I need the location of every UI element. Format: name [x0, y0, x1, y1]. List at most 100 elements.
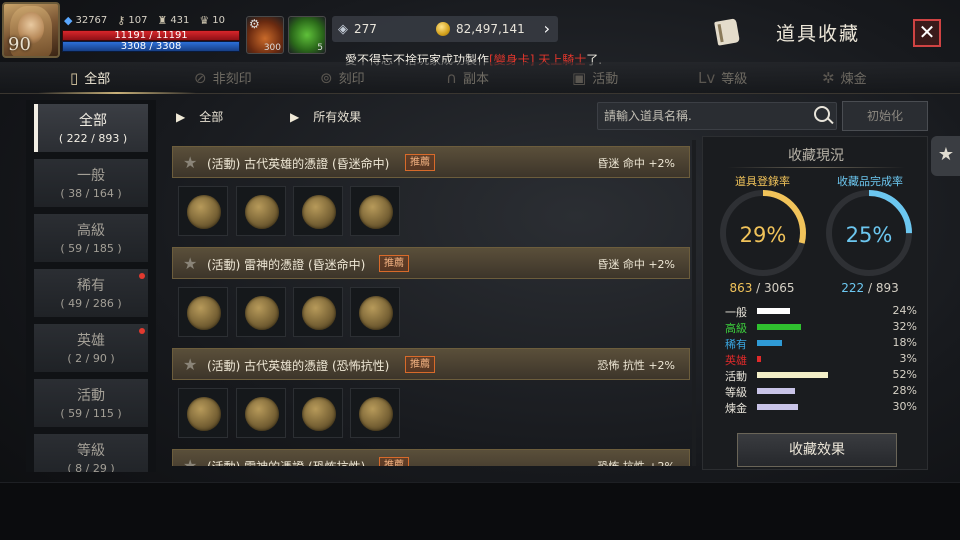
power-value: 32767	[75, 15, 108, 26]
grade-percent: 3%	[899, 352, 917, 365]
item-list-scrollbar[interactable]	[692, 140, 696, 466]
medal-slot[interactable]	[178, 388, 228, 438]
medal-slot[interactable]	[178, 287, 228, 337]
grade-name: 英雄	[725, 354, 747, 367]
grade-name: 稀有	[725, 338, 747, 351]
potion-count: 300	[263, 43, 281, 53]
collection-effect-button[interactable]: 收藏效果	[737, 433, 897, 467]
medal-slot[interactable]	[178, 186, 228, 236]
medal-slot[interactable]	[236, 186, 286, 236]
book-icon: ▯	[70, 68, 79, 87]
close-icon: ✕	[918, 20, 936, 44]
collection-tabs: ▯ 全部 ⊘ 非刻印 ⊚ 刻印 ∩ 副本 ▣ 活動 Lv 等級 ✲ 煉金	[0, 62, 960, 94]
completion-rate-value: 25%	[845, 223, 893, 247]
side-tab[interactable]: ★	[931, 136, 960, 176]
item-row-header[interactable]: ★ (活動) 古代英雄的憑證 (恐怖抗性) 推薦 恐怖 抗性 +2%	[172, 348, 690, 380]
alchemy-icon: ✲	[822, 68, 835, 87]
gem-value: 277	[354, 22, 377, 36]
category-hero[interactable]: 英雄 ( 2 / 90 )	[34, 324, 148, 372]
category-name: 稀有	[77, 278, 105, 294]
tab-alchemy[interactable]: ✲ 煉金	[822, 68, 867, 88]
reset-button[interactable]: 初始化	[842, 101, 928, 131]
category-count: ( 59 / 185 )	[60, 242, 122, 255]
tower-stat: ♜ 431	[157, 14, 189, 27]
star-icon[interactable]: ★	[183, 456, 197, 466]
grade-bar	[757, 340, 782, 346]
medal-slot[interactable]	[350, 388, 400, 438]
key-value: 107	[128, 15, 148, 26]
tab-seal[interactable]: ⊚ 刻印	[320, 68, 365, 88]
close-button[interactable]: ✕	[913, 19, 941, 47]
tab-label: 刻印	[338, 72, 365, 87]
effect-filter[interactable]: ▶ 所有效果	[290, 108, 361, 125]
tab-non-seal[interactable]: ⊘ 非刻印	[194, 68, 252, 88]
dungeon-icon: ∩	[446, 68, 457, 87]
mp-bar: 3308 / 3308	[62, 41, 240, 52]
grade-percent: 28%	[892, 384, 917, 397]
grade-bar	[757, 372, 828, 378]
item-row-header[interactable]: ★ (活動) 雷神的憑證 (恐怖抗性) 推薦 恐怖 抗性 +2%	[172, 449, 690, 466]
potion-slot[interactable]: ⚙ 300	[246, 16, 284, 54]
category-count: ( 49 / 286 )	[60, 297, 122, 310]
category-all[interactable]: 全部 ( 222 / 893 )	[34, 104, 148, 152]
grade-name: 等級	[725, 386, 747, 399]
effect-filter-label: 所有效果	[313, 110, 362, 124]
tab-event[interactable]: ▣ 活動	[572, 68, 618, 88]
chevron-right-icon[interactable]: ›	[544, 19, 550, 38]
category-name: 活動	[77, 388, 105, 404]
category-filter[interactable]: ▶ 全部	[176, 108, 223, 125]
gold-value: 82,497,141	[456, 22, 525, 36]
tower-icon: ♜	[157, 14, 168, 27]
search-icon[interactable]	[814, 106, 830, 122]
grade-row: 英雄 3%	[725, 351, 921, 367]
new-indicator-dot	[139, 328, 145, 334]
medal-slot[interactable]	[293, 186, 343, 236]
grade-name: 一般	[725, 306, 747, 319]
key-icon: ⚷	[117, 14, 126, 27]
recommend-badge: 推薦	[405, 154, 435, 171]
medal-slot[interactable]	[350, 186, 400, 236]
item-row-header[interactable]: ★ (活動) 雷神的憑證 (昏迷命中) 推薦 昏迷 命中 +2%	[172, 247, 690, 279]
tab-label: 非刻印	[212, 72, 252, 87]
medal-slot[interactable]	[236, 287, 286, 337]
medal-slot[interactable]	[293, 388, 343, 438]
item-effect: 恐怖 抗性 +2%	[597, 458, 675, 466]
category-event[interactable]: 活動 ( 59 / 115 )	[34, 379, 148, 427]
star-icon[interactable]: ★	[183, 355, 197, 374]
grade-breakdown: 一般 24% 高級 32% 稀有 18% 英雄 3% 活動 52% 等級 28% 煉金 30%	[725, 303, 921, 415]
category-advanced[interactable]: 高級 ( 59 / 185 )	[34, 214, 148, 262]
category-level[interactable]: 等級 ( 8 / 29 )	[34, 434, 148, 472]
tab-level[interactable]: Lv 等級	[698, 68, 748, 88]
collection-book-icon	[714, 18, 740, 46]
medal-slot[interactable]	[236, 388, 286, 438]
grade-row: 煉金 30%	[725, 399, 921, 415]
item-row-header[interactable]: ★ (活動) 古代英雄的憑證 (昏迷命中) 推薦 昏迷 命中 +2%	[172, 146, 690, 178]
category-name: 一般	[77, 168, 105, 184]
grade-row: 一般 24%	[725, 303, 921, 319]
category-rare[interactable]: 稀有 ( 49 / 286 )	[34, 269, 148, 317]
tab-all[interactable]: ▯ 全部	[70, 68, 111, 88]
recommend-badge: 推薦	[405, 356, 435, 373]
star-icon[interactable]: ★	[183, 254, 197, 273]
collection-status-panel: 收藏現況 道具登錄率 收藏品完成率 29% 25% 863 / 3065 222…	[702, 136, 928, 470]
item-name: (活動) 古代英雄的憑證 (昏迷命中)	[207, 157, 390, 171]
herb-slot[interactable]: 5	[288, 16, 326, 54]
level-icon: Lv	[698, 68, 716, 87]
item-name: (活動) 雷神的憑證 (昏迷命中)	[207, 258, 366, 272]
grade-percent: 24%	[892, 304, 917, 317]
search-input[interactable]	[604, 107, 804, 125]
medal-slot[interactable]	[293, 287, 343, 337]
category-normal[interactable]: 一般 ( 38 / 164 )	[34, 159, 148, 207]
medal-slot[interactable]	[350, 287, 400, 337]
item-effect: 昏迷 命中 +2%	[597, 258, 675, 271]
registration-rate-value: 29%	[739, 223, 787, 247]
grade-row: 活動 52%	[725, 367, 921, 383]
tab-label: 等級	[721, 72, 748, 87]
tab-dungeon[interactable]: ∩ 副本	[446, 68, 489, 88]
tab-label: 全部	[84, 72, 111, 87]
star-icon[interactable]: ★	[183, 153, 197, 172]
seal-icon: ⊚	[320, 68, 333, 87]
gear-icon[interactable]: ⚙	[249, 17, 260, 31]
power-stat: ◆ 32767	[64, 14, 107, 27]
category-list: 全部 ( 222 / 893 ) 一般 ( 38 / 164 ) 高級 ( 59…	[26, 100, 156, 472]
